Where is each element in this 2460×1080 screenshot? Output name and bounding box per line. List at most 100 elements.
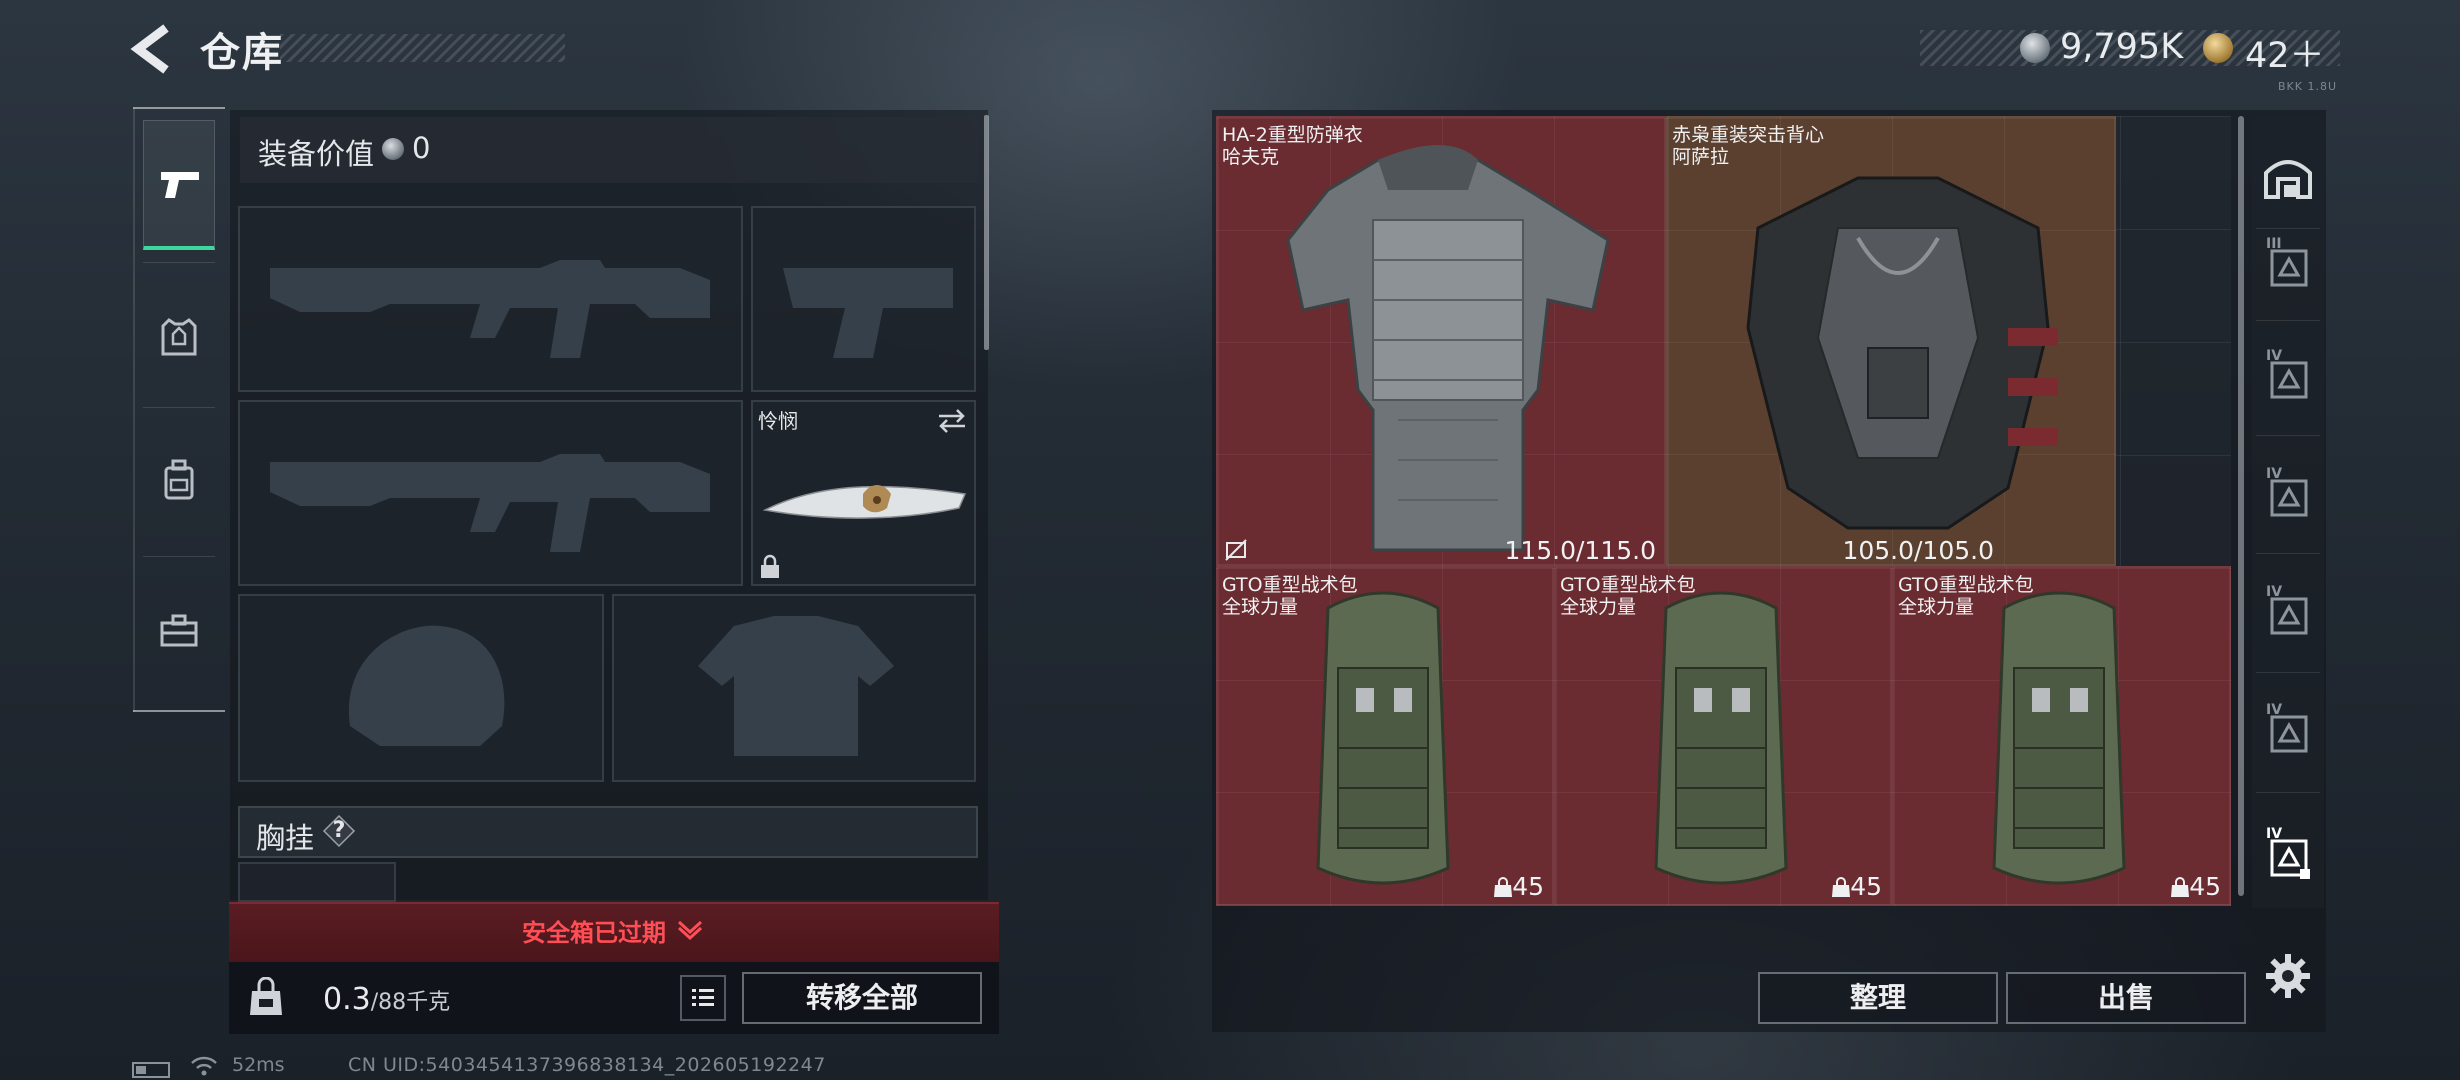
- tab-tier-label: IV: [2266, 584, 2283, 600]
- title-decoration: [280, 34, 565, 62]
- storage-item-vest-chixiao[interactable]: 赤枭重装突击背心 阿萨拉 105.0/105.0: [1666, 116, 2116, 566]
- transfer-all-button[interactable]: 转移全部: [742, 972, 982, 1024]
- item-capacity: 45: [1850, 872, 1882, 901]
- silver-currency-amount[interactable]: 9,795K: [2060, 27, 2183, 67]
- weight-bag-icon: [250, 977, 282, 1015]
- tab-separator: [2256, 320, 2320, 321]
- backpack-image: [1992, 591, 2126, 885]
- equipment-value-label: 装备价值: [258, 137, 375, 171]
- gold-currency-amount[interactable]: 42＋: [2245, 27, 2325, 78]
- pistol-icon: [161, 171, 199, 198]
- no-repair-icon: [1225, 539, 1247, 561]
- item-capacity: 45: [1512, 872, 1544, 901]
- backpack-image: [1316, 591, 1450, 885]
- tab-tier-label: IV: [2266, 348, 2283, 364]
- version-tag: BKK 1.8U: [2278, 80, 2338, 93]
- user-uid: CN UID:5403454137396838134_202605192247: [348, 1054, 826, 1076]
- equipment-scrollbar[interactable]: [984, 115, 989, 350]
- item-name: 赤枭重装突击背心: [1672, 124, 1825, 146]
- backpack-image: [1654, 591, 1788, 885]
- tab-tier-label: IV: [2266, 826, 2283, 842]
- secondary-weapon-slot[interactable]: [238, 400, 743, 586]
- back-icon[interactable]: [130, 24, 176, 74]
- armor-slot[interactable]: [612, 594, 976, 782]
- chest-rig-label: 胸挂: [256, 821, 315, 855]
- help-icon[interactable]: ?: [322, 814, 356, 848]
- rifle-silhouette-icon: [270, 260, 710, 358]
- melee-item-name: 怜悯: [758, 409, 798, 433]
- equipment-value: 0: [412, 131, 431, 165]
- lock-icon: [761, 554, 779, 578]
- list-view-button[interactable]: [680, 975, 726, 1021]
- armor-vest-image: [1286, 145, 1610, 552]
- item-durability: 115.0/115.0: [1504, 536, 1656, 565]
- swap-icon[interactable]: [935, 408, 969, 434]
- tab-tier-label: III: [2266, 236, 2282, 252]
- tab-separator: [2256, 792, 2320, 793]
- armor-vest-icon: [161, 318, 197, 356]
- toolkit-icon: [160, 614, 198, 647]
- item-durability: 105.0/105.0: [1842, 536, 1994, 565]
- silver-coin-icon: [2020, 33, 2050, 63]
- tab-tier-label: IV: [2266, 702, 2283, 718]
- gear-icon[interactable]: [2264, 952, 2312, 1000]
- helmet-silhouette-icon: [348, 625, 505, 746]
- storage-tab-extension[interactable]: IV: [2252, 676, 2324, 786]
- armor-silhouette-icon: [698, 616, 894, 756]
- page-title: 仓库: [200, 30, 284, 76]
- storage-item-backpack-gto[interactable]: GTO重型战术包 全球力量 45: [1216, 566, 1554, 906]
- storage-tab-extension[interactable]: IV: [2252, 440, 2324, 550]
- carry-weight-max: /88千克: [370, 990, 451, 1015]
- storage-item-armor-ha2[interactable]: HA-2重型防弹衣 哈夫克 115.0/115.0: [1216, 116, 1666, 566]
- stash-icon: [2264, 160, 2312, 199]
- rail-tab-weapons[interactable]: [143, 120, 215, 250]
- sell-button[interactable]: 出售: [2006, 972, 2246, 1024]
- item-brand: 全球力量: [1560, 596, 1637, 618]
- rail-tab-kit[interactable]: [143, 566, 215, 696]
- storage-tab-extension[interactable]: IV: [2252, 322, 2324, 432]
- silver-coin-icon: [382, 138, 404, 160]
- tab-separator: [2256, 672, 2320, 673]
- safe-box-status: 安全箱已过期: [522, 919, 666, 947]
- tab-separator: [2256, 553, 2320, 554]
- rail-tab-backpack[interactable]: [143, 415, 215, 545]
- list-icon: [692, 989, 714, 1006]
- storage-tab-extension[interactable]: III: [2252, 210, 2324, 320]
- rail-separator: [143, 262, 215, 263]
- pistol-silhouette-icon: [783, 268, 953, 358]
- storage-tab-extension[interactable]: IV: [2252, 558, 2324, 668]
- chest-rig-slot[interactable]: [238, 862, 396, 902]
- assault-vest-image: [1746, 176, 2058, 530]
- rail-divider-bottom: [133, 710, 225, 712]
- rail-separator: [143, 556, 215, 557]
- tab-tier-label: IV: [2266, 466, 2283, 482]
- rail-separator: [143, 407, 215, 408]
- rail-tab-armor[interactable]: [143, 272, 215, 402]
- capacity-bag-icon: [2171, 877, 2189, 897]
- storage-item-backpack-gto[interactable]: GTO重型战术包 全球力量 45: [1892, 566, 2231, 906]
- rail-divider-top: [133, 107, 225, 109]
- capacity-bag-icon: [1832, 877, 1850, 897]
- sort-button[interactable]: 整理: [1758, 972, 1998, 1024]
- capacity-bag-icon: [1494, 877, 1512, 897]
- item-brand: 全球力量: [1898, 596, 1975, 618]
- chevron-down-icon[interactable]: [676, 918, 704, 940]
- primary-weapon-slot[interactable]: [238, 206, 743, 392]
- carry-weight-current: 0.3: [323, 982, 371, 1017]
- item-brand: 全球力量: [1222, 596, 1299, 618]
- rifle-silhouette-icon: [270, 454, 710, 552]
- backpack-icon: [164, 459, 194, 500]
- sidearm-slot[interactable]: [751, 206, 976, 392]
- storage-tab-extension-selected[interactable]: IV: [2252, 800, 2324, 910]
- item-capacity: 45: [2189, 872, 2221, 901]
- tab-separator: [2256, 435, 2320, 436]
- helmet-slot[interactable]: [238, 594, 604, 782]
- storage-scrollbar[interactable]: [2238, 116, 2244, 896]
- carry-weight: 0.3/88千克: [323, 982, 450, 1017]
- battery-icon: [132, 1062, 170, 1078]
- storage-item-backpack-gto[interactable]: GTO重型战术包 全球力量 45: [1554, 566, 1892, 906]
- help-icon-label: ?: [332, 818, 346, 843]
- wifi-icon: [191, 1056, 217, 1076]
- network-ping: 52ms: [232, 1054, 285, 1076]
- gold-coin-icon: [2203, 33, 2233, 63]
